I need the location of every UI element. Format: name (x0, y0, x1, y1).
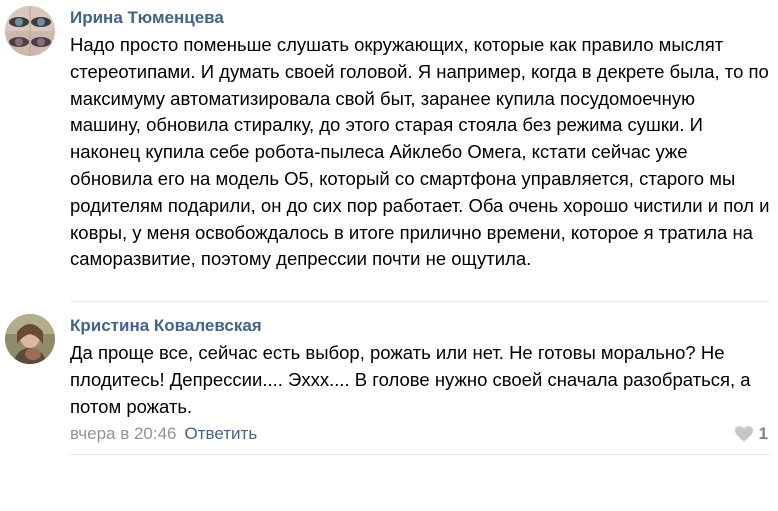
avatar[interactable] (5, 314, 55, 364)
comment-date[interactable]: вчера в 20:46 (70, 424, 177, 443)
comment-meta: вчера в 20:46 Ответить (70, 424, 257, 444)
comment-text: Надо просто поменьше слушать окружающих,… (70, 34, 770, 270)
avatar[interactable] (5, 6, 55, 56)
comment-author[interactable]: Кристина Ковалевская (70, 316, 262, 336)
reply-button[interactable]: Ответить (185, 424, 258, 443)
heart-icon (734, 426, 753, 442)
comment-divider (70, 301, 770, 302)
comment-author[interactable]: Ирина Тюменцева (70, 8, 224, 28)
comment-divider (70, 454, 770, 455)
like-button[interactable]: 1 (734, 424, 768, 444)
comment-text: Да проще все, сейчас есть выбор, рожать … (70, 342, 751, 417)
avatar-photo-eyes (5, 6, 55, 56)
like-count: 1 (758, 424, 768, 443)
avatar-photo-portrait (5, 314, 55, 364)
